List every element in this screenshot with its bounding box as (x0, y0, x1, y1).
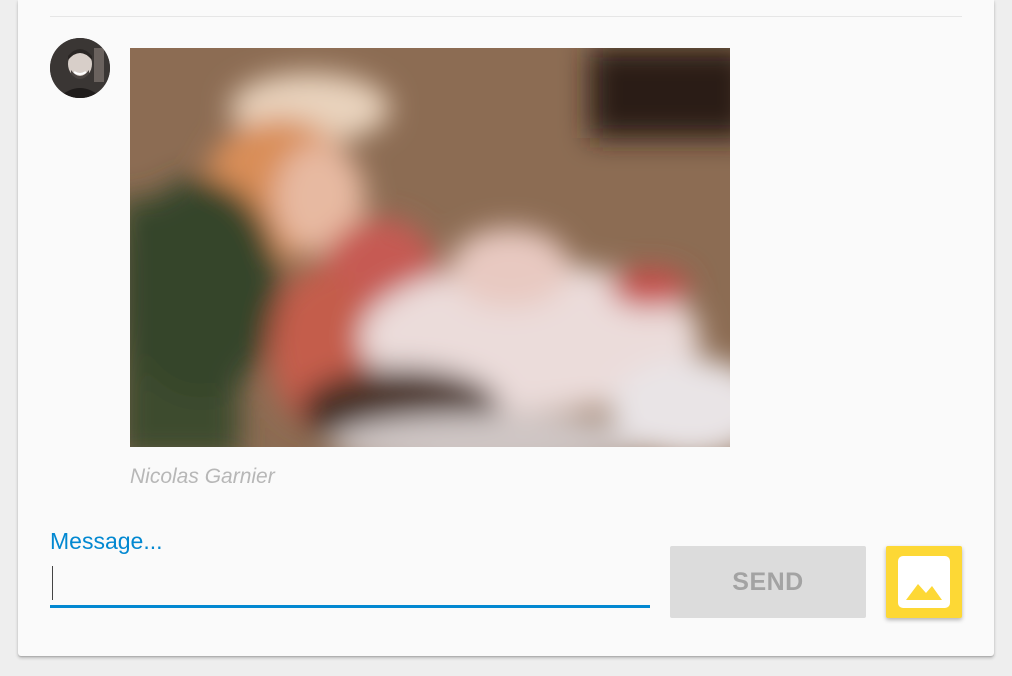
image-icon (898, 556, 950, 608)
message-image[interactable] (130, 48, 730, 447)
chat-card: Nicolas Garnier Message... SEND (18, 0, 994, 656)
sender-name: Nicolas Garnier (130, 465, 275, 488)
text-caret (52, 566, 53, 600)
message-label: Message... (50, 528, 163, 554)
upload-image-button[interactable] (886, 546, 962, 618)
send-button[interactable]: SEND (670, 546, 866, 618)
input-underline (50, 605, 650, 608)
blurred-photo-icon (130, 48, 730, 447)
divider (50, 16, 962, 17)
user-avatar-icon (50, 38, 110, 98)
avatar (50, 38, 110, 98)
message-input[interactable] (50, 562, 652, 605)
message-input-container[interactable] (50, 562, 652, 608)
